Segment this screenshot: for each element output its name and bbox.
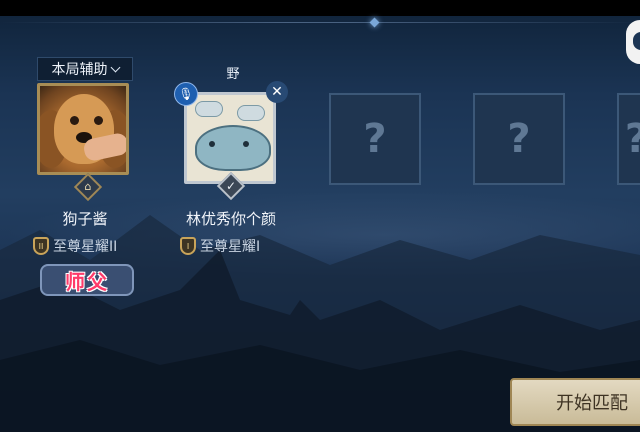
whale-eye-left (209, 141, 215, 147)
whale-cloud-right (237, 105, 265, 121)
player-rank-2: I 至尊星耀I (180, 236, 260, 256)
player-avatar-1[interactable] (37, 83, 129, 175)
chevron-down-icon (110, 62, 120, 72)
whale-eye-right (243, 141, 249, 147)
whale-body (195, 125, 271, 171)
check-icon: ✓ (225, 179, 237, 193)
microphone-icon[interactable]: 🎙 (174, 82, 198, 106)
whale-cloud-left (195, 101, 223, 117)
empty-slot-3[interactable]: ? (329, 93, 421, 185)
player-name-2: 林优秀你个颜 (185, 210, 276, 228)
rank-tier-icon: II (33, 237, 49, 255)
dog-eye-left (70, 116, 79, 125)
start-match-button[interactable]: 开始匹配 (510, 378, 640, 426)
master-badge[interactable]: 师父 (40, 264, 134, 296)
close-icon[interactable]: ✕ (266, 81, 288, 103)
empty-slot-5[interactable]: ? (617, 93, 640, 185)
role-dropdown[interactable]: 本局辅助 (37, 57, 133, 81)
diamond-emblem-glyph: ⌂ (84, 180, 92, 193)
role-dropdown-label: 本局辅助 (51, 62, 108, 78)
player-rank-1: II 至尊星耀II (33, 236, 117, 256)
empty-slot-5-placeholder: ? (625, 116, 640, 162)
rank-tier-icon: I (180, 237, 196, 255)
player-avatar-2[interactable] (184, 92, 276, 184)
player-tag-jungle: 野 (226, 67, 240, 82)
dog-eye-right (94, 116, 103, 125)
rank-label: 至尊星耀II (53, 239, 118, 255)
player-name-1: 狗子酱 (62, 210, 108, 228)
rank-label: 至尊星耀I (200, 239, 261, 255)
empty-slot-4[interactable]: ? (473, 93, 565, 185)
